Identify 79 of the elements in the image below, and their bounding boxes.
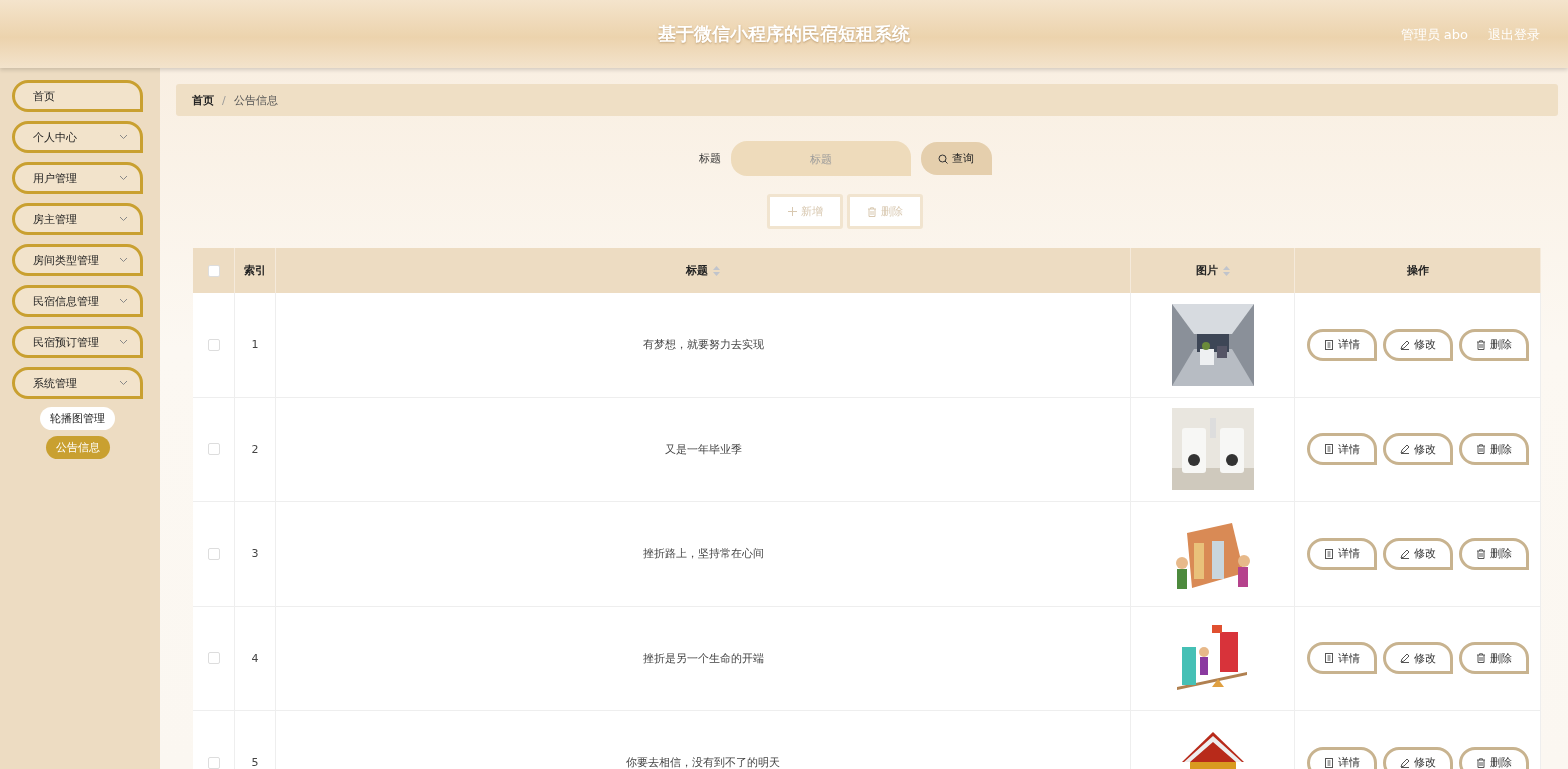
- delete-row-button[interactable]: 删除: [1458, 537, 1529, 570]
- edit-button[interactable]: 修改: [1382, 433, 1453, 466]
- title-cell: 有梦想，就要努力去实现: [642, 337, 764, 353]
- column-header: 索引: [235, 248, 276, 293]
- sidebar-menu-item[interactable]: 个人中心: [12, 121, 143, 153]
- title-cell: 又是一年毕业季: [664, 441, 742, 457]
- index-cell: 1: [251, 338, 259, 352]
- trash-icon: [1475, 339, 1486, 350]
- row-checkbox[interactable]: [207, 443, 220, 456]
- trash-icon: [1475, 548, 1486, 559]
- details-button[interactable]: 详情: [1306, 642, 1377, 675]
- sidebar-menu-item[interactable]: 民宿信息管理: [12, 285, 143, 317]
- pencil-icon: [1399, 444, 1410, 455]
- index-cell: 2: [251, 442, 259, 456]
- title-cell: 挫折是另一个生命的开端: [642, 650, 764, 666]
- search-icon: [938, 153, 948, 164]
- index-cell: 4: [251, 651, 259, 665]
- title-label: 标题: [698, 151, 721, 166]
- document-icon: [1323, 653, 1334, 664]
- edit-button[interactable]: 修改: [1382, 746, 1453, 769]
- details-button[interactable]: 详情: [1306, 537, 1377, 570]
- column-header: 操作: [1295, 248, 1541, 293]
- index-cell: 3: [251, 547, 259, 561]
- delete-row-button[interactable]: 删除: [1458, 642, 1529, 675]
- sort-icon[interactable]: [713, 265, 720, 276]
- document-icon: [1323, 444, 1334, 455]
- sidebar-menu-item[interactable]: 房主管理: [12, 203, 143, 235]
- breadcrumb-separator: /: [222, 93, 226, 107]
- sidebar-menu-item[interactable]: 首页: [12, 80, 143, 112]
- sidebar-menu-item[interactable]: 房间类型管理: [12, 244, 143, 276]
- pencil-icon: [1399, 757, 1410, 768]
- title-cell: 挫折路上，坚持常在心间: [642, 546, 764, 562]
- trash-icon: [867, 206, 877, 217]
- edit-button[interactable]: 修改: [1382, 537, 1453, 570]
- delete-row-button[interactable]: 删除: [1458, 433, 1529, 466]
- column-header[interactable]: 标题: [276, 248, 1131, 293]
- trash-icon: [1475, 757, 1486, 768]
- details-button[interactable]: 详情: [1306, 746, 1377, 769]
- pencil-icon: [1399, 548, 1410, 559]
- trash-icon: [1475, 653, 1486, 664]
- sort-icon[interactable]: [1222, 265, 1230, 276]
- chevron-down-icon: [119, 298, 128, 304]
- delete-row-button[interactable]: 删除: [1458, 746, 1529, 769]
- column-header[interactable]: 图片: [1131, 248, 1295, 293]
- document-icon: [1323, 339, 1334, 350]
- document-icon: [1323, 548, 1334, 559]
- chevron-down-icon: [119, 216, 128, 222]
- system-title: 基于微信小程序的民宿短租系统: [658, 22, 910, 46]
- edit-button[interactable]: 修改: [1382, 328, 1453, 361]
- admin-user-name: 管理员 abo: [1400, 26, 1468, 44]
- search-button[interactable]: 查询: [920, 142, 992, 175]
- details-button[interactable]: 详情: [1306, 328, 1377, 361]
- row-checkbox[interactable]: [207, 652, 220, 665]
- title-search-field[interactable]: 标题: [730, 141, 911, 176]
- index-cell: 5: [251, 756, 259, 769]
- select-all-checkbox[interactable]: [207, 264, 220, 277]
- chevron-down-icon: [119, 257, 128, 263]
- pencil-icon: [1399, 653, 1410, 664]
- row-checkbox[interactable]: [207, 756, 220, 769]
- details-button[interactable]: 详情: [1306, 433, 1377, 466]
- chevron-down-icon: [119, 380, 128, 386]
- trash-icon: [1475, 444, 1486, 455]
- chevron-down-icon: [119, 134, 128, 140]
- breadcrumb-item[interactable]: 首页: [192, 92, 214, 108]
- title-cell: 你要去相信，没有到不了的明天: [626, 755, 780, 769]
- sidebar-menu-item[interactable]: 系统管理: [12, 367, 143, 399]
- edit-button[interactable]: 修改: [1382, 642, 1453, 675]
- pencil-icon: [1399, 339, 1410, 350]
- breadcrumb-item: 公告信息: [233, 92, 278, 108]
- row-checkbox[interactable]: [207, 338, 220, 351]
- row-checkbox[interactable]: [207, 547, 220, 560]
- chevron-down-icon: [119, 175, 128, 181]
- submenu-item[interactable]: 轮播图管理: [40, 407, 115, 430]
- sidebar-menu-item[interactable]: 用户管理: [12, 162, 143, 194]
- delete-row-button[interactable]: 删除: [1458, 328, 1529, 361]
- plus-icon: [787, 207, 797, 216]
- chevron-down-icon: [119, 339, 128, 345]
- document-icon: [1323, 757, 1334, 768]
- sidebar-menu-item[interactable]: 民宿预订管理: [12, 326, 143, 358]
